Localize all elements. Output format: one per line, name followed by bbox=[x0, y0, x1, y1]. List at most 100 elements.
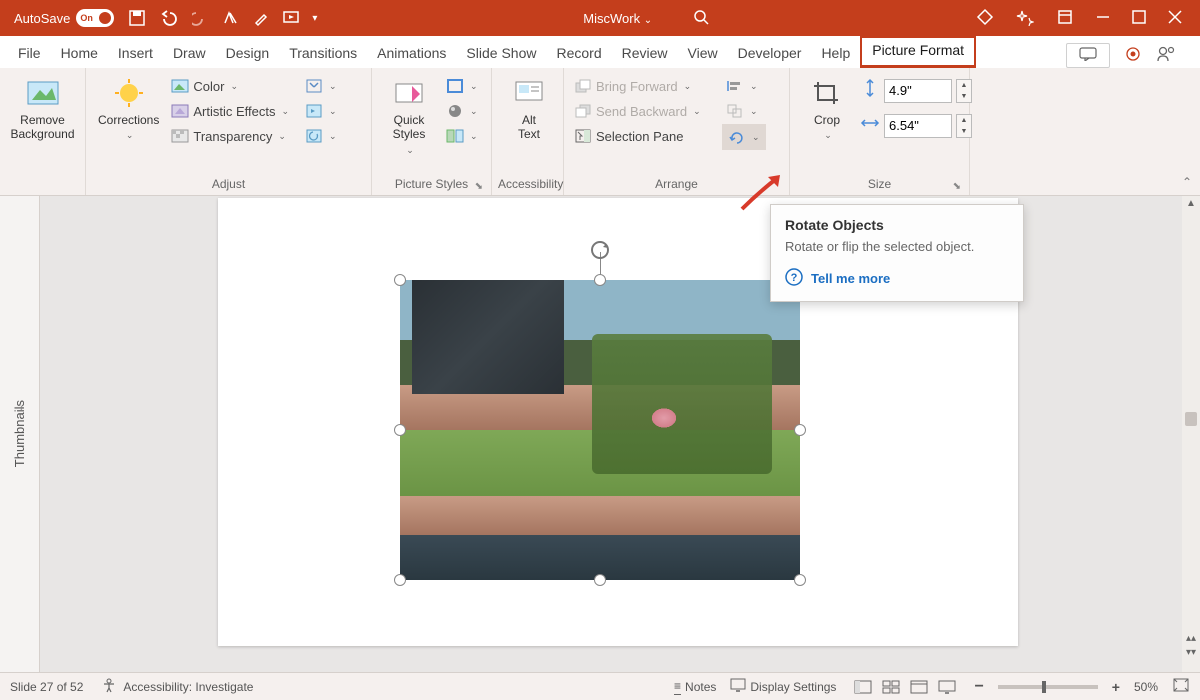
accessibility-status[interactable]: Accessibility: Investigate bbox=[101, 677, 253, 696]
redo-icon[interactable] bbox=[192, 9, 210, 27]
autosave-toggle[interactable]: On bbox=[76, 9, 114, 27]
picture-layout-button[interactable]: ⌄ bbox=[442, 124, 482, 148]
color-icon bbox=[171, 77, 189, 95]
corrections-button[interactable]: Corrections⌄ bbox=[92, 70, 165, 141]
resize-handle-sw[interactable] bbox=[394, 574, 406, 586]
tab-help[interactable]: Help bbox=[811, 41, 860, 68]
comments-button[interactable] bbox=[1066, 43, 1110, 68]
diamond-icon[interactable] bbox=[976, 8, 994, 29]
close-icon[interactable] bbox=[1168, 10, 1182, 27]
tooltip-tell-me-more[interactable]: ? Tell me more bbox=[785, 268, 1009, 289]
resize-handle-e[interactable] bbox=[794, 424, 806, 436]
tooltip-title: Rotate Objects bbox=[785, 217, 1009, 233]
notes-icon: ≡ bbox=[674, 679, 681, 695]
tab-animations[interactable]: Animations bbox=[367, 41, 456, 68]
height-up[interactable]: ▲ bbox=[957, 80, 971, 91]
rotate-button[interactable]: ⌄ bbox=[722, 124, 766, 150]
reset-picture-button[interactable]: ⌄ bbox=[301, 124, 341, 148]
sorter-view-button[interactable] bbox=[878, 677, 904, 697]
display-settings-button[interactable]: Display Settings bbox=[730, 678, 836, 695]
rotate-tooltip: Rotate Objects Rotate or flip the select… bbox=[770, 204, 1024, 302]
picture-styles-launcher-icon[interactable]: ⬊ bbox=[475, 181, 483, 192]
zoom-slider[interactable] bbox=[998, 685, 1098, 689]
vertical-scrollbar[interactable]: ▲ ▴▴ ▾▾ bbox=[1182, 196, 1200, 672]
color-button[interactable]: Color⌄ bbox=[167, 74, 293, 98]
reset-picture-icon bbox=[305, 127, 323, 145]
eyedropper-icon[interactable] bbox=[252, 9, 270, 27]
present-icon[interactable] bbox=[282, 9, 300, 27]
prev-slide-icon[interactable]: ▴▴ bbox=[1184, 633, 1198, 646]
tab-draw[interactable]: Draw bbox=[163, 41, 216, 68]
send-backward-icon bbox=[574, 102, 592, 120]
bring-forward-button[interactable]: Bring Forward⌄ bbox=[570, 74, 720, 98]
zoom-out-button[interactable]: − bbox=[974, 678, 983, 696]
transparency-button[interactable]: Transparency⌄ bbox=[167, 124, 293, 148]
save-icon[interactable] bbox=[128, 9, 146, 27]
expand-thumbnails-icon[interactable]: › bbox=[20, 402, 24, 414]
width-down[interactable]: ▼ bbox=[957, 126, 971, 137]
adjust-group-label: Adjust bbox=[92, 177, 365, 195]
tab-transitions[interactable]: Transitions bbox=[279, 41, 367, 68]
align-button[interactable]: ⌄ bbox=[722, 74, 766, 98]
transparency-icon bbox=[171, 127, 189, 145]
picture-styles-group-label: Picture Styles⬊ bbox=[378, 177, 485, 195]
thumbnails-pane[interactable]: Thumbnails bbox=[0, 196, 40, 672]
width-up[interactable]: ▲ bbox=[957, 115, 971, 126]
rotation-handle[interactable] bbox=[588, 238, 612, 267]
collapse-ribbon-icon[interactable]: ⌃ bbox=[1182, 175, 1192, 189]
crop-button[interactable]: Crop⌄ bbox=[796, 70, 858, 141]
tab-picture-format[interactable]: Picture Format bbox=[860, 36, 976, 68]
window-mode-icon[interactable] bbox=[1056, 8, 1074, 29]
resize-handle-se[interactable] bbox=[794, 574, 806, 586]
zoom-in-button[interactable]: + bbox=[1112, 679, 1120, 695]
tab-record[interactable]: Record bbox=[546, 41, 611, 68]
tab-home[interactable]: Home bbox=[51, 41, 108, 68]
slideshow-view-button[interactable] bbox=[934, 677, 960, 697]
size-launcher-icon[interactable]: ⬊ bbox=[953, 181, 961, 192]
search-icon[interactable] bbox=[692, 8, 710, 29]
tab-file[interactable]: File bbox=[8, 41, 51, 68]
tab-design[interactable]: Design bbox=[216, 41, 280, 68]
remove-background-icon bbox=[26, 76, 60, 110]
remove-background-button[interactable]: Remove Background bbox=[6, 70, 79, 142]
normal-view-button[interactable] bbox=[850, 677, 876, 697]
notes-button[interactable]: ≡Notes bbox=[674, 679, 716, 695]
reading-view-button[interactable] bbox=[906, 677, 932, 697]
send-backward-button[interactable]: Send Backward⌄ bbox=[570, 99, 720, 123]
sparkle-icon[interactable] bbox=[1016, 8, 1034, 29]
undo-icon[interactable] bbox=[158, 9, 180, 27]
tab-review[interactable]: Review bbox=[612, 41, 678, 68]
resize-handle-s[interactable] bbox=[594, 574, 606, 586]
doc-title[interactable]: MiscWork ⌄ bbox=[583, 11, 652, 26]
tab-view[interactable]: View bbox=[678, 41, 728, 68]
height-field[interactable]: 4.9" bbox=[884, 79, 952, 103]
resize-handle-w[interactable] bbox=[394, 424, 406, 436]
height-down[interactable]: ▼ bbox=[957, 91, 971, 102]
share-icon[interactable] bbox=[1156, 45, 1176, 66]
selected-picture[interactable] bbox=[400, 280, 800, 580]
group-button[interactable]: ⌄ bbox=[722, 99, 766, 123]
picture-border-button[interactable]: ⌄ bbox=[442, 74, 482, 98]
scroll-thumb[interactable] bbox=[1185, 412, 1197, 426]
touch-mode-icon[interactable] bbox=[222, 9, 240, 27]
artistic-effects-button[interactable]: Artistic Effects⌄ bbox=[167, 99, 293, 123]
change-picture-button[interactable]: ⌄ bbox=[301, 99, 341, 123]
fit-to-window-button[interactable] bbox=[1172, 677, 1190, 696]
zoom-level[interactable]: 50% bbox=[1134, 680, 1158, 694]
minimize-icon[interactable] bbox=[1096, 10, 1110, 27]
picture-effects-button[interactable]: ⌄ bbox=[442, 99, 482, 123]
tab-insert[interactable]: Insert bbox=[108, 41, 163, 68]
resize-handle-nw[interactable] bbox=[394, 274, 406, 286]
resize-handle-n[interactable] bbox=[594, 274, 606, 286]
next-slide-icon[interactable]: ▾▾ bbox=[1184, 647, 1198, 660]
tab-slideshow[interactable]: Slide Show bbox=[456, 41, 546, 68]
maximize-icon[interactable] bbox=[1132, 10, 1146, 27]
selection-pane-button[interactable]: Selection Pane bbox=[570, 124, 720, 148]
catch-up-icon[interactable] bbox=[1124, 45, 1142, 66]
tab-developer[interactable]: Developer bbox=[728, 41, 812, 68]
slide-counter[interactable]: Slide 27 of 52 bbox=[10, 680, 83, 694]
compress-pictures-button[interactable]: ⌄ bbox=[301, 74, 341, 98]
width-field[interactable]: 6.54" bbox=[884, 114, 952, 138]
quick-styles-button[interactable]: Quick Styles⌄ bbox=[378, 70, 440, 156]
alt-text-button[interactable]: Alt Text bbox=[498, 70, 560, 142]
